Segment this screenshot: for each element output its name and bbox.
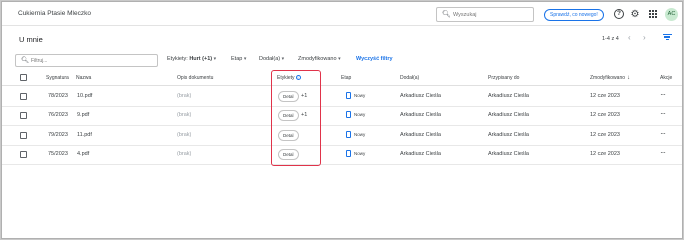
labels-filter-value: Hurt (+1) (189, 56, 213, 62)
row-added-by: Arkadiusz Cieśla (400, 132, 441, 138)
row-name[interactable]: 11.pdf (77, 132, 92, 138)
chevron-down-icon: ▾ (338, 56, 341, 62)
stage-filter[interactable]: Etap ▾ (231, 56, 246, 62)
row-assigned-to: Arkadiusz Cieśla (488, 151, 529, 157)
stage-filter-label: Etap (231, 56, 243, 62)
document-icon (346, 111, 351, 118)
table-header: Sygnatura Nazwa Opis dokumentu Etykiety i… (2, 70, 682, 86)
help-icon[interactable]: ? (613, 8, 625, 20)
row-description: (brak) (177, 151, 192, 157)
column-added-by[interactable]: Dodał(a) (400, 75, 419, 81)
row-added-by: Arkadiusz Cieśla (400, 151, 441, 157)
row-modified: 12 cze 2023 (590, 112, 620, 118)
page-title: U mnie (19, 35, 43, 44)
row-checkbox[interactable] (20, 112, 27, 119)
column-actions: Akcje (660, 75, 673, 81)
chevron-down-icon: ▾ (213, 56, 217, 62)
apps-grid-icon[interactable] (647, 8, 659, 20)
document-icon (346, 131, 351, 138)
chevron-left-icon[interactable]: ‹ (628, 33, 631, 42)
modified-filter-label: Zmodyfikowano (298, 56, 337, 62)
row-assigned-to: Arkadiusz Cieśla (488, 112, 529, 118)
search-icon: 🔍︎ (21, 57, 30, 64)
row-added-by: Arkadiusz Cieśla (400, 93, 441, 99)
row-stage[interactable]: Nowy (346, 111, 365, 118)
filter-search-input[interactable] (31, 56, 151, 66)
global-search[interactable]: 🔍︎ (436, 7, 534, 22)
table-row[interactable]: 76/2023 9.pdf (brak) Detal +1 Nowy Arkadiusz C… (2, 106, 682, 126)
app-window: Cukiernia Ptasie Mleczko 🔍︎ Sprawdź, co … (1, 1, 683, 239)
row-signature: 76/2023 (48, 112, 68, 118)
labels-filter[interactable]: Etykiety: Hurt (+1) ▾ (167, 56, 216, 62)
search-icon: 🔍︎ (442, 11, 451, 18)
row-signature: 75/2023 (48, 151, 68, 157)
row-stage-label: Nowy (354, 112, 366, 117)
row-stage-label: Nowy (354, 93, 366, 98)
more-horizontal-icon[interactable]: ··· (660, 148, 666, 157)
labels-column-highlight (271, 70, 321, 166)
row-name[interactable]: 4.pdf (77, 151, 89, 157)
column-description[interactable]: Opis dokumentu (177, 75, 213, 81)
added-by-filter-label: Dodał(a) (259, 56, 281, 62)
avatar[interactable]: AC (665, 8, 678, 21)
row-description: (brak) (177, 132, 192, 138)
row-name[interactable]: 10.pdf (77, 93, 92, 99)
pagination-label: 1-4 z 4 (602, 36, 619, 42)
labels-filter-prefix: Etykiety: (167, 56, 188, 62)
gear-icon[interactable]: ⚙ (629, 8, 641, 20)
filter-icon[interactable] (662, 33, 672, 43)
row-assigned-to: Arkadiusz Cieśla (488, 93, 529, 99)
global-search-input[interactable] (453, 10, 531, 20)
row-name[interactable]: 9.pdf (77, 112, 89, 118)
row-added-by: Arkadiusz Cieśla (400, 112, 441, 118)
row-description: (brak) (177, 93, 192, 99)
column-modified[interactable]: Zmodyfikowano ↓ (590, 75, 630, 81)
column-assigned-to[interactable]: Przypisany do (488, 75, 519, 81)
app-title: Cukiernia Ptasie Mleczko (18, 10, 91, 17)
row-stage[interactable]: Nowy (346, 150, 365, 157)
select-all-checkbox[interactable] (20, 74, 27, 81)
more-horizontal-icon[interactable]: ··· (660, 109, 666, 118)
row-stage-label: Nowy (354, 132, 366, 137)
column-signature[interactable]: Sygnatura (46, 75, 69, 81)
added-by-filter[interactable]: Dodał(a) ▾ (259, 56, 284, 62)
row-stage[interactable]: Nowy (346, 131, 365, 138)
chevron-down-icon: ▾ (243, 56, 247, 62)
column-modified-text: Zmodyfikowano (590, 75, 626, 81)
column-name[interactable]: Nazwa (76, 75, 91, 81)
table-row[interactable]: 78/2023 10.pdf (brak) Detal +1 Nowy Arkadiusz … (2, 87, 682, 107)
row-modified: 12 cze 2023 (590, 151, 620, 157)
row-description: (brak) (177, 112, 192, 118)
column-stage[interactable]: Etap (341, 75, 351, 81)
row-modified: 12 cze 2023 (590, 93, 620, 99)
modified-filter[interactable]: Zmodyfikowano ▾ (298, 56, 341, 62)
clear-filters-button[interactable]: Wyczyść filtry (356, 56, 393, 62)
row-checkbox[interactable] (20, 151, 27, 158)
document-icon (346, 92, 351, 99)
document-icon (346, 150, 351, 157)
more-horizontal-icon[interactable]: ··· (660, 129, 666, 138)
arrow-down-icon: ↓ (627, 75, 631, 81)
row-modified: 12 cze 2023 (590, 132, 620, 138)
more-horizontal-icon[interactable]: ··· (660, 90, 666, 99)
row-assigned-to: Arkadiusz Cieśla (488, 132, 529, 138)
row-signature: 79/2023 (48, 132, 68, 138)
row-stage[interactable]: Nowy (346, 92, 365, 99)
top-bar: Cukiernia Ptasie Mleczko 🔍︎ Sprawdź, co … (2, 2, 682, 26)
chevron-right-icon[interactable]: › (643, 33, 646, 42)
table-row[interactable]: 79/2023 11.pdf (brak) Detal Nowy Arkadiusz Ci… (2, 126, 682, 146)
row-checkbox[interactable] (20, 93, 27, 100)
filter-search[interactable]: 🔍︎ (15, 54, 158, 67)
row-signature: 78/2023 (48, 93, 68, 99)
chevron-down-icon: ▾ (281, 56, 285, 62)
whats-new-button[interactable]: Sprawdź, co nowego! (544, 9, 604, 21)
row-stage-label: Nowy (354, 151, 366, 156)
table-row[interactable]: 75/2023 4.pdf (brak) Detal Nowy Arkadiusz Cie… (2, 145, 682, 165)
row-checkbox[interactable] (20, 132, 27, 139)
filter-bar: 🔍︎ Etykiety: Hurt (+1) ▾ Etap ▾ Dodał(a)… (2, 52, 682, 68)
